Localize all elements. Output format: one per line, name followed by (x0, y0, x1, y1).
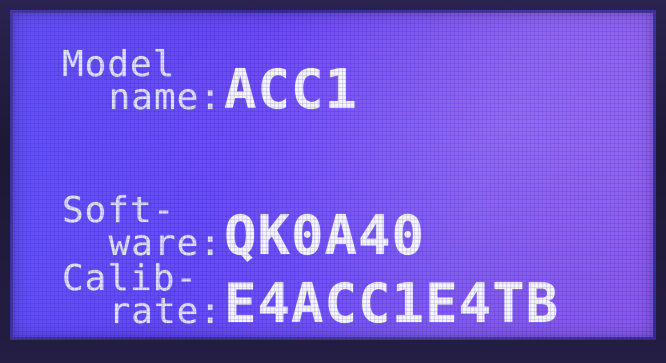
software-label-line2: ware: (85, 223, 222, 264)
device-bezel: Model name: ACC1 Soft- ware: QK0A40 Cali… (0, 0, 666, 363)
model-row: Model name: ACC1 (10, 47, 359, 121)
software-value: QK0A40 (224, 204, 426, 267)
calibrate-row: Calib- rate: E4ACC1E4TB (10, 261, 560, 335)
lcd-screen: Model name: ACC1 Soft- ware: QK0A40 Cali… (10, 10, 656, 340)
software-row: Soft- ware: QK0A40 (10, 193, 426, 267)
software-label: Soft- ware: (10, 193, 222, 264)
model-value: ACC1 (224, 58, 359, 121)
calibrate-label-line2: rate: (85, 291, 222, 332)
calibrate-label: Calib- rate: (10, 261, 222, 332)
model-label-line2: name: (85, 77, 222, 118)
calibrate-value: E4ACC1E4TB (224, 272, 560, 335)
model-label: Model name: (10, 47, 222, 118)
